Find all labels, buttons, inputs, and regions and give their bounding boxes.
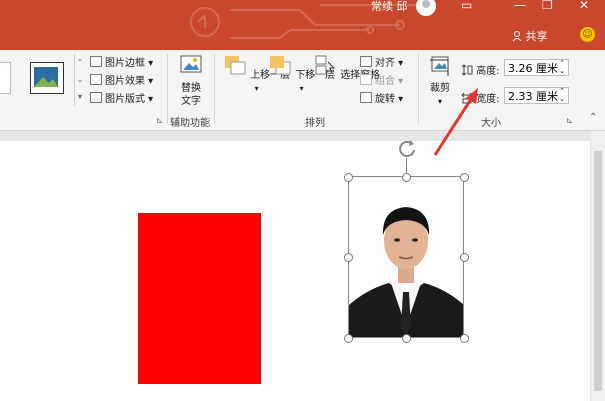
picture-icon (34, 67, 58, 87)
minimize-button[interactable]: — (514, 0, 526, 12)
rotate-menu[interactable]: 旋转 ▾ (360, 90, 403, 105)
title-bar: 常续 邱 ▭ — ❐ ✕ 共享 ☺ (0, 0, 605, 50)
resize-handle-left[interactable] (344, 253, 353, 262)
width-field-label: 宽度: (461, 90, 500, 105)
close-button[interactable]: ✕ (579, 0, 589, 12)
share-label: 共享 (525, 30, 548, 43)
resize-handle-top-left[interactable] (344, 173, 353, 182)
crop-icon (430, 56, 449, 76)
accessibility-group-label: 辅助功能 (170, 118, 210, 129)
width-icon (461, 92, 473, 104)
width-spinner[interactable]: ⌃ ⌄ (559, 87, 565, 103)
style-thumb-landscape[interactable] (30, 62, 64, 94)
height-spinner[interactable]: ⌃ ⌄ (559, 59, 565, 75)
alt-text-icon (180, 55, 202, 73)
selection-pane-icon (315, 55, 336, 75)
ribbon-display-button[interactable]: ▭ (461, 0, 472, 12)
group-icon (360, 74, 372, 85)
circuit-decoration (190, 4, 430, 39)
collapse-ribbon-icon[interactable]: ⌃ (589, 112, 597, 123)
vertical-scrollbar[interactable] (591, 131, 605, 401)
pen-icon (90, 56, 102, 67)
resize-handle-bottom-left[interactable] (344, 334, 353, 343)
picture-effects-menu[interactable]: 图片效果 ▾ (90, 72, 153, 87)
effects-icon (90, 74, 102, 85)
alt-text-button[interactable]: 替换 文字 (176, 54, 206, 108)
width-input[interactable]: 2.33 厘米 ⌃ ⌄ (504, 87, 569, 104)
red-rectangle-shape[interactable] (138, 213, 261, 384)
size-group-label: 大小 (481, 118, 501, 129)
rotate-handle-icon[interactable] (396, 138, 418, 160)
height-field-label: 高度: (461, 62, 500, 77)
user-name[interactable]: 常续 邱 (371, 0, 408, 14)
divider (214, 54, 215, 124)
align-menu[interactable]: 对齐 ▾ (360, 54, 403, 69)
resize-handle-top[interactable] (402, 173, 411, 182)
layout-icon (90, 92, 102, 103)
bring-forward-icon (225, 56, 246, 75)
resize-handle-top-right[interactable] (460, 173, 469, 182)
rotate-icon (360, 92, 372, 103)
feedback-smiley-icon[interactable]: ☺ (580, 27, 595, 42)
arrange-group-label: 排列 (305, 118, 325, 129)
divider (167, 54, 168, 124)
slide-canvas (0, 131, 590, 401)
picture-styles-launcher-icon[interactable]: ⊾ (156, 116, 164, 126)
slide-page[interactable] (0, 141, 590, 401)
divider (418, 54, 419, 124)
size-launcher-icon[interactable]: ⊾ (566, 116, 574, 126)
style-thumb-partial[interactable] (0, 62, 11, 94)
crop-button[interactable]: 裁剪 ▾ (426, 54, 454, 108)
height-icon (461, 64, 473, 76)
resize-handle-right[interactable] (460, 253, 469, 262)
ribbon: ⌃ ⌄ ▾ 图片边框 ▾ 图片效果 ▾ 图片版式 ▾ ⊾ 替换 文字 辅助功能 上移… (0, 50, 605, 131)
person-icon (512, 31, 522, 42)
align-icon (360, 56, 372, 67)
resize-handle-bottom[interactable] (402, 334, 411, 343)
picture-layout-menu[interactable]: 图片版式 ▾ (90, 90, 153, 105)
picture-border-menu[interactable]: 图片边框 ▾ (90, 54, 153, 69)
share-button[interactable]: 共享 (512, 28, 548, 44)
scroll-thumb[interactable] (594, 151, 602, 391)
height-input[interactable]: 3.26 厘米 ⌃ ⌄ (504, 59, 569, 76)
gallery-scroll[interactable]: ⌃ ⌄ ▾ (74, 54, 85, 106)
send-backward-icon (270, 56, 291, 75)
restore-button[interactable]: ❐ (542, 0, 553, 12)
selection-box (348, 176, 464, 338)
resize-handle-bottom-right[interactable] (460, 334, 469, 343)
group-menu[interactable]: 组合 ▾ (360, 72, 403, 87)
